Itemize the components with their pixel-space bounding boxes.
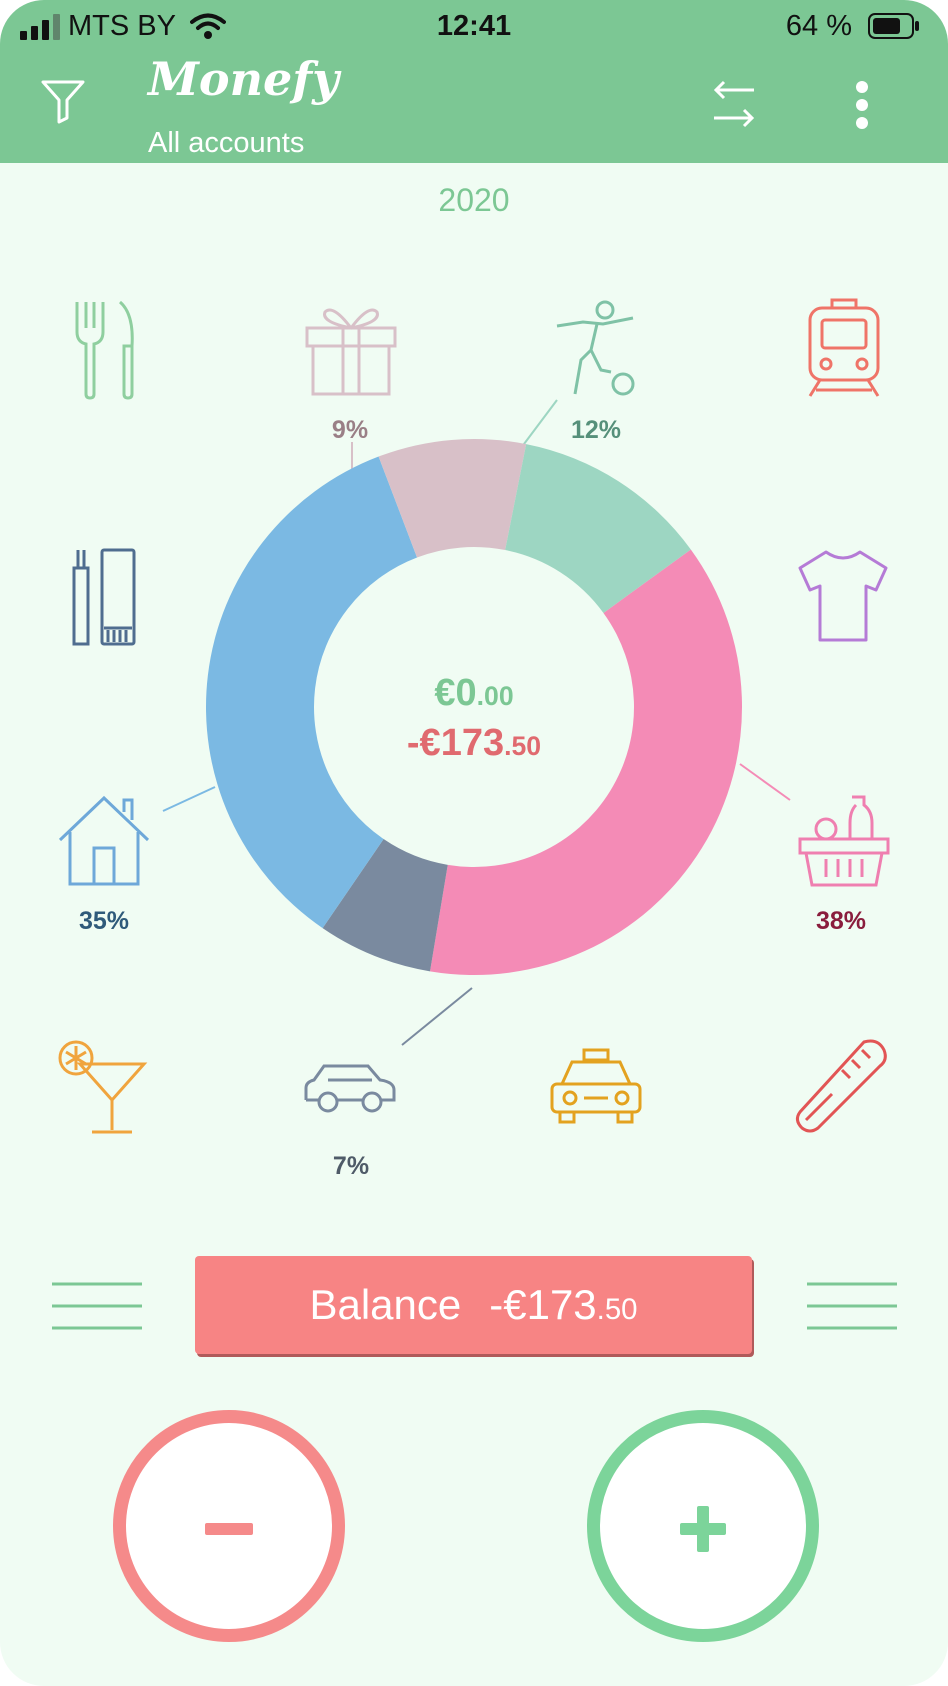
income-main: €0 [434,672,477,714]
minus-icon [205,1523,253,1535]
balance-cents: .50 [596,1293,638,1326]
add-expense-button[interactable] [113,1410,345,1642]
gift-icon[interactable] [303,302,399,398]
health-icon[interactable] [792,1036,892,1136]
cocktail-icon[interactable] [58,1038,148,1136]
expense-total: -€173.50 [340,722,608,765]
balance-label: Balance [309,1281,462,1328]
gift-percent: 9% [331,416,369,444]
toiletry-icon[interactable] [70,548,138,646]
left-menu-icon[interactable] [50,1282,144,1330]
balance-button[interactable]: Balance -€173.50 [195,1256,752,1354]
house-icon[interactable] [56,792,152,888]
food-icon[interactable] [796,793,892,889]
restaurant-icon[interactable] [72,298,138,400]
balance-amount: -€173.50 [489,1281,637,1329]
income-cents: .00 [476,681,514,711]
right-menu-icon[interactable] [805,1282,899,1330]
plus-icon-v [697,1506,709,1552]
expense-cents: .50 [504,731,542,761]
clothes-icon[interactable] [796,548,890,644]
sports-icon[interactable] [553,300,643,398]
food-percent: 38% [815,907,867,935]
car-percent: 7% [332,1152,370,1180]
transport-icon[interactable] [806,298,882,398]
app-screen: MTS BY 12:41 64 % Monefy All accounts 20… [0,0,948,1686]
car-icon[interactable] [302,1060,398,1116]
taxi-icon[interactable] [548,1048,644,1126]
add-income-button[interactable] [587,1410,819,1642]
balance-main: -€173 [489,1281,597,1328]
sports-percent: 12% [570,416,622,444]
expense-main: -€173 [406,722,505,764]
house-percent: 35% [78,907,130,935]
income-total: €0.00 [340,672,608,715]
